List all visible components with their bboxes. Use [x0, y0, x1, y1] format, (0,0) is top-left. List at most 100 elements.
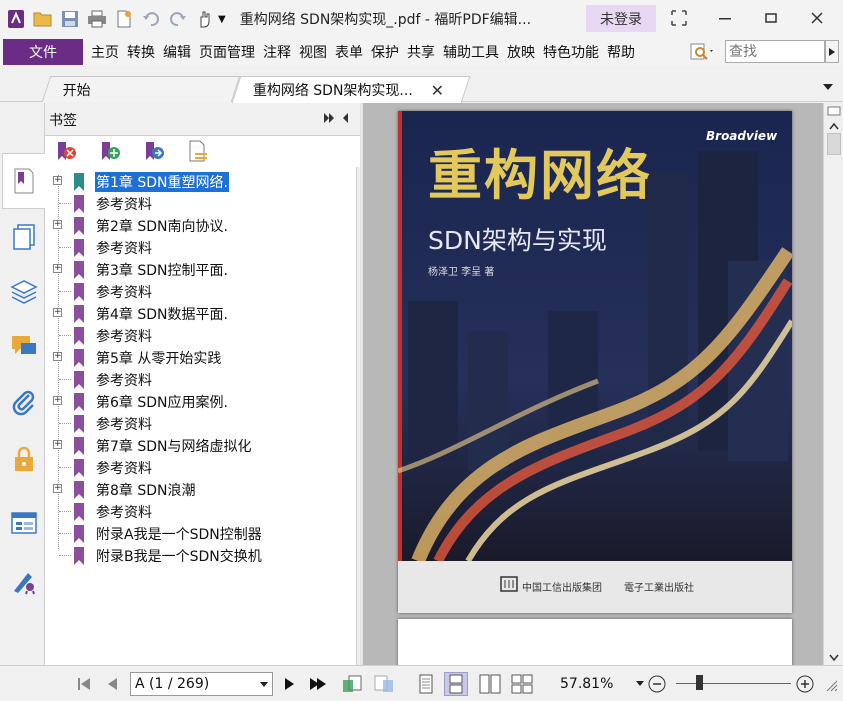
- menu-item[interactable]: 视图: [295, 42, 331, 62]
- form-fields-panel-icon[interactable]: [8, 507, 40, 539]
- continuous-view-icon[interactable]: [444, 672, 468, 696]
- pdf-page-2[interactable]: [398, 619, 792, 665]
- vertical-scrollbar[interactable]: [823, 103, 843, 665]
- document-view[interactable]: 重构网络 SDN架构与实现 杨泽卫 李呈 著 Broadview 中国工信出版集…: [363, 103, 823, 665]
- file-menu-button[interactable]: 文件: [3, 39, 83, 65]
- bookmark-item[interactable]: 参考资料: [45, 280, 357, 302]
- undo-icon[interactable]: [140, 8, 162, 30]
- hand-tool-icon[interactable]: [194, 8, 216, 30]
- add-bookmark-icon[interactable]: [99, 140, 121, 164]
- bookmark-item[interactable]: + 第3章 SDN控制平面.: [45, 258, 357, 280]
- zoom-slider[interactable]: [676, 683, 791, 684]
- layers-panel-icon[interactable]: [8, 275, 40, 307]
- menu-item[interactable]: 共享: [403, 42, 439, 62]
- open-folder-icon[interactable]: [32, 8, 54, 30]
- zoom-out-icon[interactable]: [645, 672, 669, 696]
- zoom-value[interactable]: 57.81%: [560, 676, 613, 692]
- menu-item[interactable]: 保护: [367, 42, 403, 62]
- expand-icon[interactable]: +: [53, 220, 62, 229]
- search-input[interactable]: [725, 40, 825, 63]
- search-go-button[interactable]: [825, 40, 839, 63]
- scroll-top-icon[interactable]: [827, 105, 841, 120]
- next-view-icon[interactable]: [372, 672, 396, 696]
- delete-bookmark-icon[interactable]: [55, 140, 77, 164]
- bookmark-item[interactable]: + 第7章 SDN与网络虚拟化: [45, 434, 357, 456]
- menu-item[interactable]: 辅助工具: [439, 42, 503, 62]
- previous-page-icon[interactable]: [100, 672, 124, 696]
- expand-icon[interactable]: +: [53, 264, 62, 273]
- first-page-icon[interactable]: [72, 672, 96, 696]
- redo-icon[interactable]: [167, 8, 189, 30]
- bookmark-item[interactable]: 附录B我是一个SDN交换机: [45, 544, 357, 566]
- page-dropdown-icon[interactable]: [260, 682, 268, 687]
- continuous-facing-view-icon[interactable]: [510, 672, 534, 696]
- expand-icon[interactable]: +: [53, 440, 62, 449]
- menu-item[interactable]: 注释: [259, 42, 295, 62]
- bookmark-item[interactable]: 参考资料: [45, 368, 357, 390]
- bookmark-panel-icon[interactable]: [8, 165, 40, 197]
- close-window-button[interactable]: [804, 6, 830, 30]
- close-tab-icon[interactable]: ✕: [431, 81, 444, 100]
- resize-grip-icon[interactable]: [818, 672, 842, 696]
- expand-icon[interactable]: +: [53, 396, 62, 405]
- menu-item[interactable]: 编辑: [159, 42, 195, 62]
- menu-item[interactable]: 主页: [87, 42, 123, 62]
- menu-item[interactable]: 放映: [503, 42, 539, 62]
- bookmark-item[interactable]: 参考资料: [45, 456, 357, 478]
- expand-icon[interactable]: +: [53, 176, 62, 185]
- bookmark-item[interactable]: 附录A我是一个SDN控制器: [45, 522, 357, 544]
- previous-view-icon[interactable]: [340, 672, 364, 696]
- menu-item[interactable]: 页面管理: [195, 42, 259, 62]
- tab-document[interactable]: 重构网络 SDN架构实现... ✕: [231, 76, 471, 103]
- minimize-button[interactable]: [712, 6, 738, 30]
- bookmark-item[interactable]: 参考资料: [45, 500, 357, 522]
- single-page-view-icon[interactable]: [414, 672, 438, 696]
- signature-panel-icon[interactable]: [8, 565, 40, 597]
- pages-panel-icon[interactable]: [8, 221, 40, 253]
- tabs-dropdown-icon[interactable]: [822, 80, 834, 95]
- go-to-bookmark-icon[interactable]: [143, 140, 165, 164]
- zoom-in-icon[interactable]: [793, 672, 817, 696]
- bookmark-item[interactable]: 参考资料: [45, 412, 357, 434]
- bookmark-item[interactable]: + 第6章 SDN应用案例.: [45, 390, 357, 412]
- last-page-icon[interactable]: [306, 672, 330, 696]
- facing-view-icon[interactable]: [478, 672, 502, 696]
- print-icon[interactable]: [86, 8, 108, 30]
- bookmark-item[interactable]: + 第5章 从零开始实践: [45, 346, 357, 368]
- bookmark-item[interactable]: + 第2章 SDN南向协议.: [45, 214, 357, 236]
- save-icon[interactable]: [59, 8, 81, 30]
- panel-collapse-icon[interactable]: [323, 111, 351, 129]
- bookmark-item[interactable]: 参考资料: [45, 236, 357, 258]
- expand-icon[interactable]: +: [53, 484, 62, 493]
- zoom-dropdown-icon[interactable]: [636, 681, 644, 686]
- expand-icon[interactable]: +: [53, 308, 62, 317]
- comments-panel-icon[interactable]: [8, 331, 40, 363]
- zoom-slider-thumb[interactable]: [695, 675, 703, 690]
- bookmark-item[interactable]: 参考资料: [45, 324, 357, 346]
- ribbon-layout-icon[interactable]: [666, 6, 692, 30]
- attachments-panel-icon[interactable]: [8, 387, 40, 419]
- menu-item[interactable]: 转换: [123, 42, 159, 62]
- expand-icon[interactable]: +: [53, 352, 62, 361]
- pdf-page-cover[interactable]: 重构网络 SDN架构与实现 杨泽卫 李呈 著 Broadview 中国工信出版集…: [398, 111, 792, 613]
- bookmark-options-icon[interactable]: [187, 140, 209, 164]
- menu-item[interactable]: 表单: [331, 42, 367, 62]
- maximize-button[interactable]: [758, 6, 784, 30]
- bookmark-item[interactable]: 参考资料: [45, 192, 357, 214]
- scroll-up-icon[interactable]: [829, 119, 839, 134]
- scroll-down-icon[interactable]: [829, 651, 839, 666]
- menu-item[interactable]: 特色功能: [539, 42, 603, 62]
- security-lock-icon[interactable]: [8, 443, 40, 475]
- page-number-select[interactable]: A (1 / 269): [130, 672, 273, 696]
- menu-item[interactable]: 帮助: [603, 42, 639, 62]
- find-options-icon[interactable]: [690, 42, 716, 66]
- scroll-thumb[interactable]: [827, 133, 841, 155]
- new-document-icon[interactable]: [113, 8, 135, 30]
- quick-access-dropdown-icon[interactable]: ▼: [218, 14, 226, 25]
- bookmark-item[interactable]: + 第8章 SDN浪潮: [45, 478, 357, 500]
- bookmark-item[interactable]: + 第1章 SDN重塑网络.: [45, 170, 357, 192]
- login-status-button[interactable]: 未登录: [586, 5, 656, 32]
- next-page-icon[interactable]: [278, 672, 302, 696]
- tab-start[interactable]: 开始: [41, 76, 241, 102]
- bookmark-item[interactable]: + 第4章 SDN数据平面.: [45, 302, 357, 324]
